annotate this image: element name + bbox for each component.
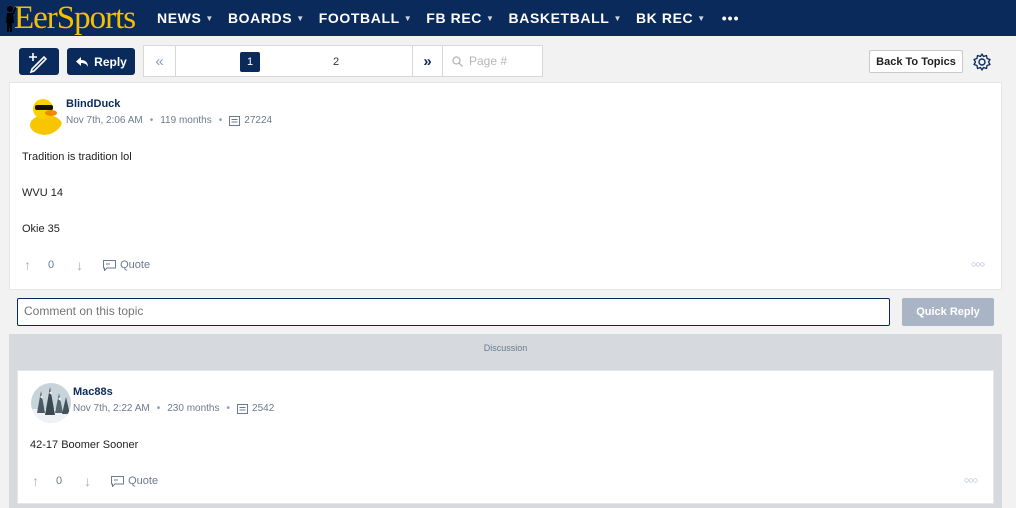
reply-arrow-icon <box>76 56 89 67</box>
page-number-input[interactable]: Page # <box>444 46 542 76</box>
nav-item-football[interactable]: FOOTBALL ▼ <box>319 10 413 26</box>
post-body-line: Tradition is tradition lol <box>22 151 132 163</box>
first-page-button[interactable]: « <box>144 46 176 76</box>
more-options-icon[interactable]: ○○○ <box>971 259 985 269</box>
post-count-icon <box>229 115 241 126</box>
quote-label: Quote <box>128 475 159 487</box>
comment-input[interactable] <box>17 298 890 326</box>
vote-count: 0 <box>56 475 63 487</box>
quote-button[interactable]: Quote <box>103 259 150 271</box>
post-actions: ↑ 0 ↓ Quote <box>24 257 150 273</box>
downvote-arrow-icon[interactable]: ↓ <box>76 257 83 273</box>
post-count: 2542 <box>252 403 275 414</box>
page-link[interactable]: 2 <box>326 52 346 72</box>
site-logo[interactable]: EerSports <box>4 0 136 36</box>
member-tenure: 119 months <box>160 115 212 126</box>
nav-item-basketball[interactable]: BASKETBALL ▼ <box>509 10 622 26</box>
quote-button[interactable]: Quote <box>111 475 158 487</box>
nav-item-label: NEWS <box>157 10 202 26</box>
discussion-label: Discussion <box>483 343 528 353</box>
quote-label: Quote <box>120 259 151 271</box>
caret-down-icon: ▼ <box>486 13 495 23</box>
gear-icon[interactable] <box>972 52 992 72</box>
pagination: « 1 2 » Page # <box>143 45 543 77</box>
double-chevron-left-icon: « <box>155 52 164 70</box>
post-meta: Nov 7th, 2:06 AM • 119 months • 27224 <box>66 115 272 126</box>
meta-separator: • <box>156 403 161 414</box>
nav-item-boards[interactable]: BOARDS ▼ <box>228 10 305 26</box>
discussion-header: Discussion <box>9 334 1002 362</box>
post-meta: Nov 7th, 2:22 AM • 230 months • 2542 <box>73 403 274 414</box>
back-to-topics-button[interactable]: Back To Topics <box>869 50 963 73</box>
upvote-arrow-icon[interactable]: ↑ <box>24 257 31 273</box>
nav-item-news[interactable]: NEWS ▼ <box>157 10 214 26</box>
post-date: Nov 7th, 2:06 AM <box>66 115 143 126</box>
caret-down-icon: ▼ <box>403 13 413 23</box>
logo-figure-icon <box>4 3 17 33</box>
post-date: Nov 7th, 2:22 AM <box>73 403 150 414</box>
upvote-arrow-icon[interactable]: ↑ <box>32 473 39 489</box>
avatar[interactable] <box>31 383 71 423</box>
caret-down-icon: ▼ <box>205 13 214 23</box>
more-options-icon[interactable]: ○○○ <box>964 475 978 485</box>
post-username[interactable]: Mac88s <box>73 386 113 398</box>
nav-item-label: BOARDS <box>227 10 293 26</box>
caret-down-icon: ▼ <box>296 13 305 23</box>
post-body-line: 42-17 Boomer Sooner <box>30 439 139 451</box>
nav-item-label: FOOTBALL <box>318 10 400 26</box>
compose-icon <box>29 53 48 74</box>
new-topic-button[interactable] <box>19 48 59 75</box>
quote-icon <box>111 475 125 487</box>
post-card: Mac88s Nov 7th, 2:22 AM • 230 months • 2… <box>17 370 994 504</box>
caret-down-icon: ▼ <box>613 13 622 23</box>
post-body-line: WVU 14 <box>22 187 63 199</box>
top-nav-bar: EerSports NEWS ▼ BOARDS ▼ FOOTBALL ▼ FB REC… <box>0 0 1016 36</box>
page-number-placeholder: Page # <box>469 54 508 68</box>
nav-item-label: FB REC <box>426 10 483 26</box>
main-nav: NEWS ▼ BOARDS ▼ FOOTBALL ▼ FB REC ▼ BASKETBA… <box>157 0 740 36</box>
logo-text: EerSports <box>14 0 136 36</box>
vote-count: 0 <box>48 259 55 271</box>
nav-more-button[interactable]: ••• <box>722 10 740 26</box>
nav-item-label: BK REC <box>635 10 694 26</box>
quick-reply-button[interactable]: Quick Reply <box>902 298 994 326</box>
page-link-current[interactable]: 1 <box>240 52 260 72</box>
meta-separator: • <box>226 403 231 414</box>
meta-separator: • <box>149 115 154 126</box>
post-body-line: Okie 35 <box>22 223 60 235</box>
post-card: BlindDuck Nov 7th, 2:06 AM • 119 months … <box>9 82 1002 290</box>
snowy-trees-avatar-image <box>31 383 71 423</box>
double-chevron-right-icon: » <box>423 52 432 70</box>
post-username[interactable]: BlindDuck <box>66 98 120 110</box>
quick-reply-row: Quick Reply <box>9 290 1002 334</box>
search-icon <box>452 55 463 67</box>
post-count-icon <box>237 403 249 414</box>
downvote-arrow-icon[interactable]: ↓ <box>84 473 91 489</box>
nav-item-label: BASKETBALL <box>508 10 610 26</box>
member-tenure: 230 months <box>167 403 220 414</box>
avatar[interactable] <box>24 95 64 135</box>
reply-button[interactable]: Reply <box>67 48 135 75</box>
duck-avatar-image <box>24 95 64 135</box>
post-actions: ↑ 0 ↓ Quote <box>32 473 158 489</box>
nav-item-fb-rec[interactable]: FB REC ▼ <box>426 10 494 26</box>
reply-button-label: Reply <box>94 54 127 69</box>
topic-toolbar: Reply « 1 2 » Page # Back To Topics <box>9 40 1002 82</box>
post-count: 27224 <box>244 115 273 126</box>
meta-separator: • <box>218 115 223 126</box>
caret-down-icon: ▼ <box>697 13 706 23</box>
quote-icon <box>103 259 117 271</box>
nav-item-bk-rec[interactable]: BK REC ▼ <box>636 10 706 26</box>
last-page-button[interactable]: » <box>412 46 443 76</box>
